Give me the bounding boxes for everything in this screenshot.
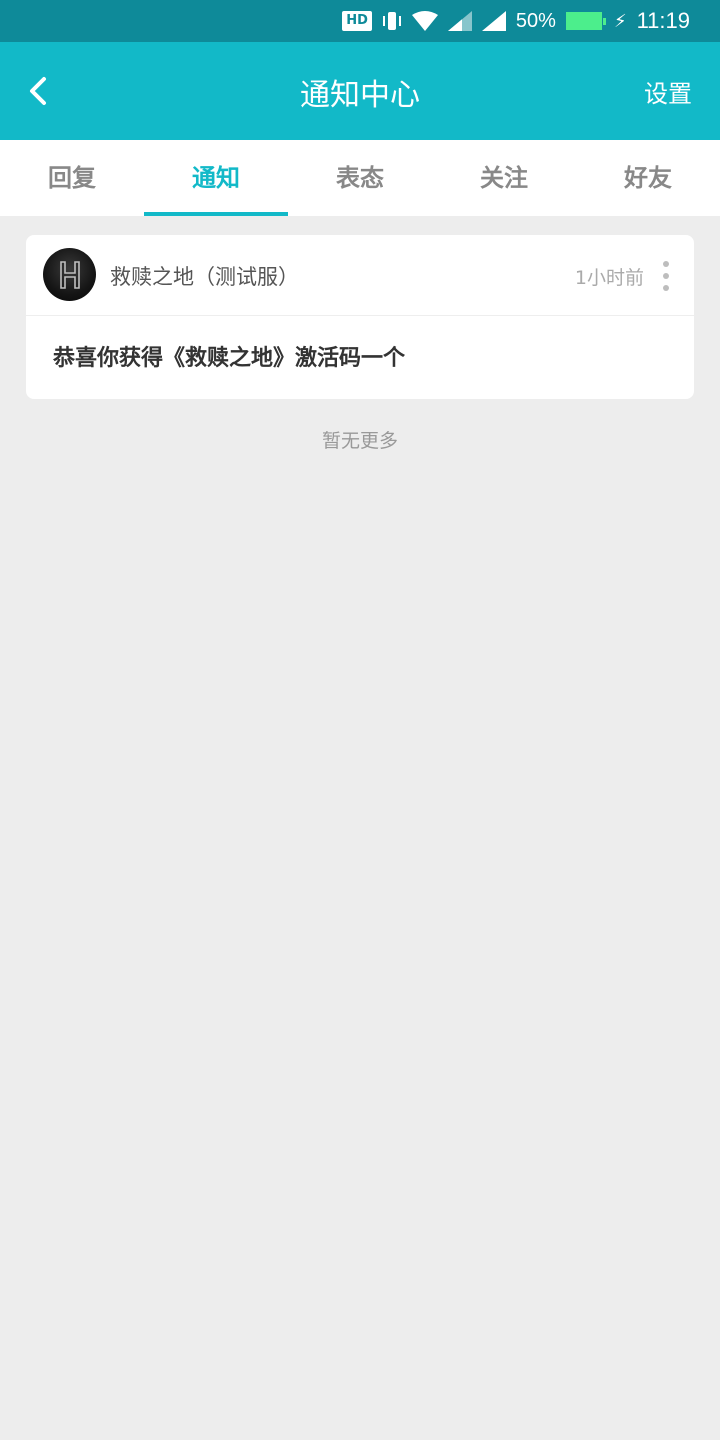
- status-icons: HD 50% ⚡ 11:19: [342, 0, 690, 42]
- no-more-label: 暂无更多: [321, 430, 398, 452]
- dot: [663, 261, 669, 267]
- notification-message: 恭喜你获得《救赎之地》激活码一个: [53, 346, 406, 371]
- game-logo-icon: [59, 260, 80, 289]
- tab-reactions[interactable]: 表态: [288, 140, 432, 216]
- tab-follows[interactable]: 关注: [432, 140, 576, 216]
- notification-card[interactable]: 救赎之地（测试服） 1小时前 恭喜你获得《救赎之地》激活码一个: [26, 235, 694, 399]
- more-options-button[interactable]: [654, 261, 678, 291]
- tab-replies[interactable]: 回复: [0, 140, 144, 216]
- vibrate-icon: [382, 11, 402, 31]
- page-title: 通知中心: [300, 78, 420, 113]
- battery-icon: [565, 12, 606, 30]
- hd-icon: HD: [342, 11, 372, 31]
- tab-notifications[interactable]: 通知: [144, 140, 288, 216]
- timestamp: 1小时前: [574, 267, 644, 289]
- sender-name[interactable]: 救赎之地（测试服）: [110, 261, 299, 291]
- avatar[interactable]: [43, 248, 96, 301]
- battery-percent: 50%: [515, 9, 556, 32]
- notification-header: 救赎之地（测试服） 1小时前: [26, 235, 694, 316]
- charging-icon: ⚡: [613, 10, 627, 32]
- dot: [663, 285, 669, 291]
- status-bar: HD 50% ⚡ 11:19: [0, 0, 720, 42]
- dot: [663, 273, 669, 279]
- app-header: 通知中心 设置: [0, 42, 720, 140]
- tab-bar: 回复 通知 表态 关注 好友: [0, 140, 720, 216]
- tab-friends[interactable]: 好友: [576, 140, 720, 216]
- signal-icon: [447, 11, 472, 31]
- signal-icon: [481, 11, 506, 31]
- wifi-icon: [411, 11, 438, 31]
- settings-button[interactable]: 设置: [644, 74, 692, 109]
- clock: 11:19: [636, 8, 690, 33]
